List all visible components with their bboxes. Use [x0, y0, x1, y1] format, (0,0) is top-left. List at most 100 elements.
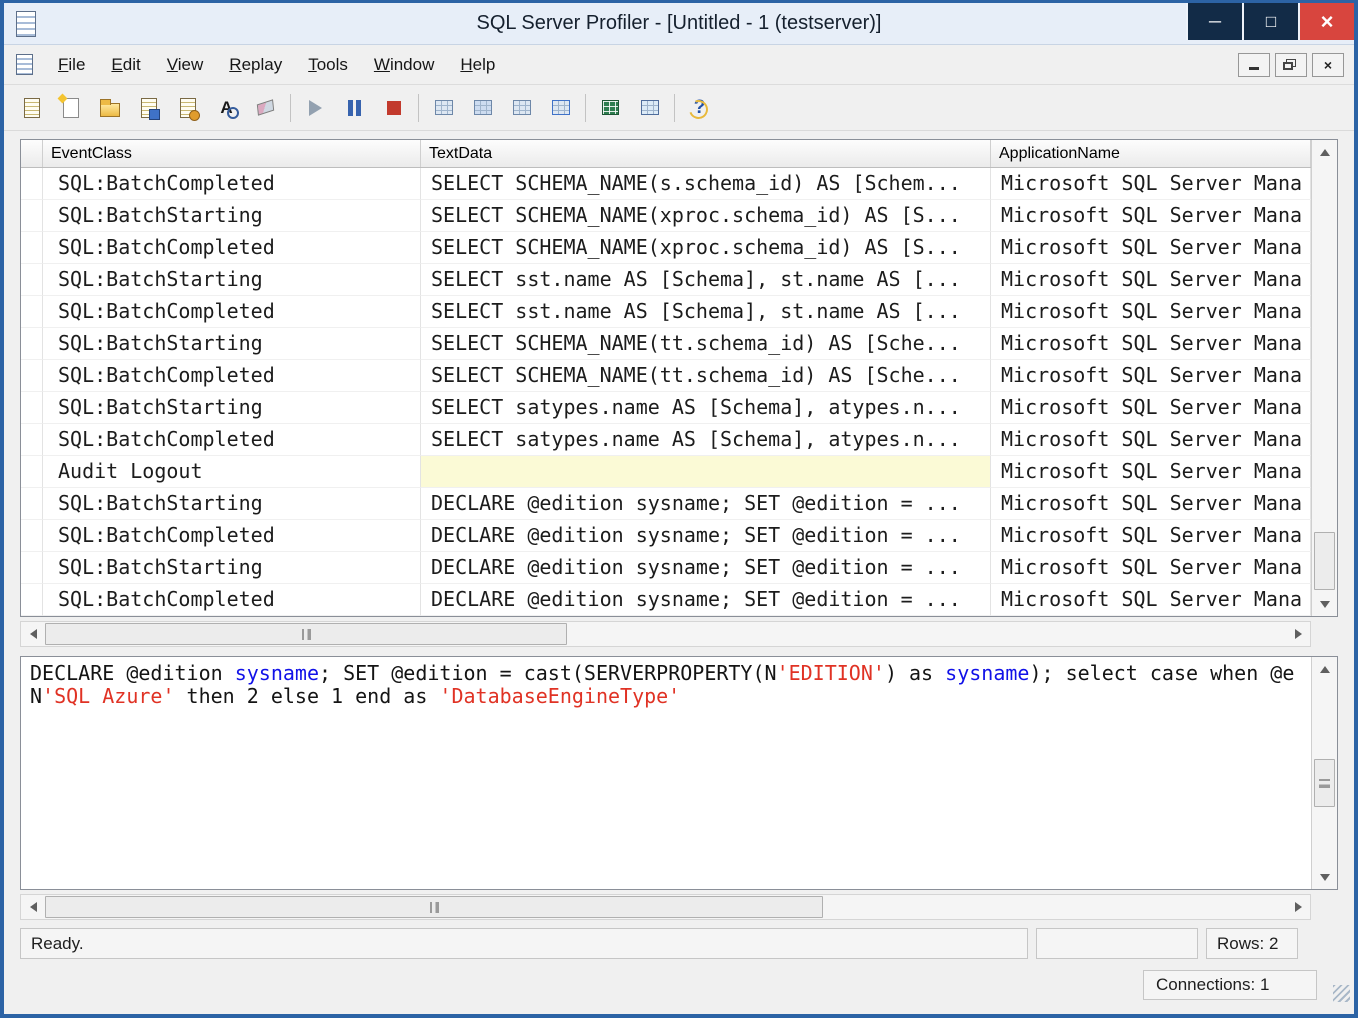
organize-columns-button[interactable]: [424, 90, 463, 126]
export-to-excel-button[interactable]: [591, 90, 630, 126]
trace-row[interactable]: SQL:BatchStartingDECLARE @edition sysnam…: [21, 488, 1311, 520]
text-data-cell[interactable]: SELECT SCHEMA_NAME(tt.schema_id) AS [Sch…: [421, 360, 991, 392]
text-data-cell[interactable]: SELECT satypes.name AS [Schema], atypes.…: [421, 392, 991, 424]
application-name-cell[interactable]: Microsoft SQL Server Mana: [991, 264, 1311, 296]
text-data-cell[interactable]: SELECT SCHEMA_NAME(xproc.schema_id) AS […: [421, 232, 991, 264]
event-class-cell[interactable]: SQL:BatchCompleted: [43, 520, 421, 552]
close-button[interactable]: ×: [1298, 3, 1354, 40]
event-class-cell[interactable]: Audit Logout: [43, 456, 421, 488]
menu-help[interactable]: Help: [447, 48, 508, 82]
application-name-cell[interactable]: Microsoft SQL Server Mana: [991, 296, 1311, 328]
text-data-cell[interactable]: DECLARE @edition sysname; SET @edition =…: [421, 520, 991, 552]
detail-horizontal-scrollbar[interactable]: [20, 894, 1311, 920]
trace-row[interactable]: SQL:BatchStartingDECLARE @edition sysnam…: [21, 552, 1311, 584]
application-name-cell[interactable]: Microsoft SQL Server Mana: [991, 552, 1311, 584]
application-name-cell[interactable]: Microsoft SQL Server Mana: [991, 392, 1311, 424]
event-class-cell[interactable]: SQL:BatchCompleted: [43, 232, 421, 264]
detail-hscroll-track[interactable]: [45, 895, 1286, 919]
menu-replay[interactable]: Replay: [216, 48, 295, 82]
grid-vscroll-track[interactable]: [1312, 164, 1337, 592]
trace-row[interactable]: SQL:BatchStartingSELECT sst.name AS [Sch…: [21, 264, 1311, 296]
text-data-cell[interactable]: DECLARE @edition sysname; SET @edition =…: [421, 552, 991, 584]
trace-row[interactable]: SQL:BatchStartingSELECT satypes.name AS …: [21, 392, 1311, 424]
grouped-view-button[interactable]: [463, 90, 502, 126]
minimize-button[interactable]: ─: [1186, 3, 1242, 40]
application-name-cell[interactable]: Microsoft SQL Server Mana: [991, 424, 1311, 456]
properties-button[interactable]: [168, 90, 207, 126]
application-name-cell[interactable]: Microsoft SQL Server Mana: [991, 456, 1311, 488]
text-data-cell[interactable]: SELECT SCHEMA_NAME(s.schema_id) AS [Sche…: [421, 168, 991, 200]
application-name-cell[interactable]: Microsoft SQL Server Mana: [991, 584, 1311, 616]
text-data-cell[interactable]: DECLARE @edition sysname; SET @edition =…: [421, 488, 991, 520]
column-header-application_name[interactable]: ApplicationName: [991, 140, 1311, 167]
grid-vscroll-thumb[interactable]: [1314, 532, 1335, 590]
event-class-cell[interactable]: SQL:BatchStarting: [43, 488, 421, 520]
menu-window[interactable]: Window: [361, 48, 447, 82]
menu-view[interactable]: View: [154, 48, 217, 82]
grid-horizontal-scrollbar[interactable]: [20, 621, 1311, 647]
detail-vscroll-thumb[interactable]: [1314, 759, 1335, 807]
event-class-cell[interactable]: SQL:BatchCompleted: [43, 360, 421, 392]
detail-hscroll-thumb[interactable]: [45, 896, 823, 918]
menu-tools[interactable]: Tools: [295, 48, 361, 82]
trace-row[interactable]: SQL:BatchCompletedSELECT satypes.name AS…: [21, 424, 1311, 456]
aggregate-view-button[interactable]: [502, 90, 541, 126]
event-class-cell[interactable]: SQL:BatchStarting: [43, 392, 421, 424]
event-class-cell[interactable]: SQL:BatchCompleted: [43, 584, 421, 616]
sql-text-view[interactable]: DECLARE @edition sysname; SET @edition =…: [21, 657, 1311, 889]
detail-scroll-left-button[interactable]: [21, 895, 45, 919]
trace-row[interactable]: SQL:BatchCompletedSELECT SCHEMA_NAME(xpr…: [21, 232, 1311, 264]
application-name-cell[interactable]: Microsoft SQL Server Mana: [991, 200, 1311, 232]
grid-vertical-scrollbar[interactable]: [1311, 140, 1337, 616]
text-data-cell[interactable]: SELECT SCHEMA_NAME(tt.schema_id) AS [Sch…: [421, 328, 991, 360]
help-button[interactable]: ?: [680, 90, 719, 126]
text-data-cell[interactable]: [421, 456, 991, 488]
save-trace-button[interactable]: [129, 90, 168, 126]
column-header-text_data[interactable]: TextData: [421, 140, 991, 167]
trace-row[interactable]: SQL:BatchCompletedSELECT SCHEMA_NAME(s.s…: [21, 168, 1311, 200]
trace-row[interactable]: SQL:BatchCompletedDECLARE @edition sysna…: [21, 584, 1311, 616]
trace-row[interactable]: SQL:BatchCompletedDECLARE @edition sysna…: [21, 520, 1311, 552]
application-name-cell[interactable]: Microsoft SQL Server Mana: [991, 520, 1311, 552]
clear-trace-window-button[interactable]: [246, 90, 285, 126]
application-name-cell[interactable]: Microsoft SQL Server Mana: [991, 328, 1311, 360]
event-class-cell[interactable]: SQL:BatchStarting: [43, 328, 421, 360]
detail-vscroll-track[interactable]: [1312, 681, 1337, 865]
menu-edit[interactable]: Edit: [98, 48, 153, 82]
grid-scroll-right-button[interactable]: [1286, 622, 1310, 646]
trace-row[interactable]: SQL:BatchStartingSELECT SCHEMA_NAME(tt.s…: [21, 328, 1311, 360]
find-button[interactable]: A: [207, 90, 246, 126]
start-trace-button[interactable]: [296, 90, 335, 126]
event-class-cell[interactable]: SQL:BatchStarting: [43, 200, 421, 232]
grid-scroll-up-button[interactable]: [1312, 140, 1337, 164]
column-header-event_class[interactable]: EventClass: [43, 140, 421, 167]
new-window-button[interactable]: [51, 90, 90, 126]
resize-grip-icon[interactable]: [1333, 985, 1350, 1002]
maximize-button[interactable]: □: [1242, 3, 1298, 40]
detail-scroll-up-button[interactable]: [1312, 657, 1337, 681]
detail-vertical-scrollbar[interactable]: [1311, 657, 1337, 889]
trace-row[interactable]: SQL:BatchCompletedSELECT sst.name AS [Sc…: [21, 296, 1311, 328]
text-data-cell[interactable]: SELECT SCHEMA_NAME(xproc.schema_id) AS […: [421, 200, 991, 232]
application-name-cell[interactable]: Microsoft SQL Server Mana: [991, 232, 1311, 264]
mdi-restore-button[interactable]: [1275, 53, 1307, 77]
open-trace-button[interactable]: [90, 90, 129, 126]
menu-file[interactable]: File: [45, 48, 98, 82]
mdi-close-button[interactable]: ×: [1312, 53, 1344, 77]
event-class-cell[interactable]: SQL:BatchCompleted: [43, 296, 421, 328]
grid-scroll-left-button[interactable]: [21, 622, 45, 646]
event-class-cell[interactable]: SQL:BatchStarting: [43, 264, 421, 296]
detail-scroll-down-button[interactable]: [1312, 865, 1337, 889]
application-name-cell[interactable]: Microsoft SQL Server Mana: [991, 360, 1311, 392]
text-data-cell[interactable]: DECLARE @edition sysname; SET @edition =…: [421, 584, 991, 616]
text-data-cell[interactable]: SELECT sst.name AS [Schema], st.name AS …: [421, 264, 991, 296]
event-class-cell[interactable]: SQL:BatchCompleted: [43, 168, 421, 200]
titlebar[interactable]: SQL Server Profiler - [Untitled - 1 (tes…: [4, 3, 1354, 45]
grid-hscroll-thumb[interactable]: [45, 623, 567, 645]
grid-hscroll-track[interactable]: [45, 622, 1286, 646]
new-trace-button[interactable]: [12, 90, 51, 126]
event-class-cell[interactable]: SQL:BatchCompleted: [43, 424, 421, 456]
text-data-cell[interactable]: SELECT satypes.name AS [Schema], atypes.…: [421, 424, 991, 456]
trace-row[interactable]: SQL:BatchCompletedSELECT SCHEMA_NAME(tt.…: [21, 360, 1311, 392]
pause-trace-button[interactable]: [335, 90, 374, 126]
